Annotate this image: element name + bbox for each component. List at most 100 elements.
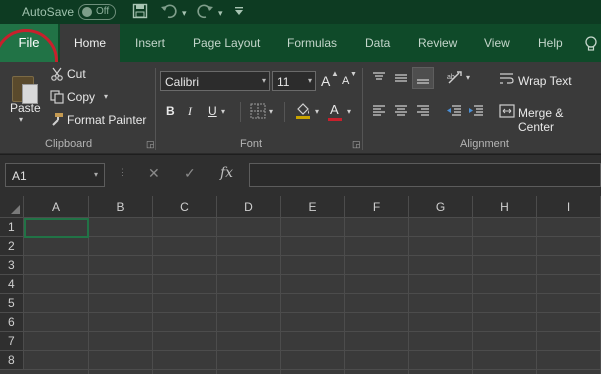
chevron-down-icon: ▾ — [307, 76, 312, 85]
drag-handle-icon[interactable]: ⋮ — [118, 167, 127, 178]
column-header-a[interactable]: A — [24, 196, 89, 218]
align-top-icon[interactable] — [371, 71, 387, 88]
title-bar: AutoSave Off ▾ ▾ — [0, 0, 601, 24]
paste-dropdown-icon[interactable]: ▾ — [19, 115, 23, 124]
column-header-g[interactable]: G — [409, 196, 473, 218]
decrease-font-button[interactable]: A — [342, 75, 349, 87]
row-header-6[interactable]: 6 — [0, 313, 24, 332]
grid-row — [24, 218, 601, 237]
italic-button[interactable]: I — [188, 104, 192, 119]
tab-insert[interactable]: Insert — [131, 24, 169, 62]
toggle-state: Off — [96, 6, 110, 17]
tab-view[interactable]: View — [480, 24, 514, 62]
tab-file[interactable]: File — [0, 24, 58, 62]
align-bottom-icon[interactable] — [412, 67, 434, 89]
ribbon-home: Paste ▾ Cut Copy ▾ Format Painter Clipbo… — [0, 62, 601, 154]
copy-button[interactable]: Copy — [67, 90, 95, 104]
increase-indent-icon[interactable] — [468, 104, 484, 121]
enter-icon[interactable]: ✓ — [184, 165, 196, 182]
align-center-icon[interactable] — [393, 104, 409, 121]
font-name-select[interactable]: Calibri ▾ — [160, 71, 270, 91]
grid-line — [408, 218, 409, 374]
tab-review[interactable]: Review — [414, 24, 461, 62]
tab-help[interactable]: Help — [534, 24, 567, 62]
row-header-4[interactable]: 4 — [0, 275, 24, 294]
column-header-d[interactable]: D — [217, 196, 281, 218]
font-group-label: Font — [240, 138, 263, 150]
chevron-down-icon: ▾ — [93, 170, 98, 179]
increase-font-button[interactable]: A — [321, 73, 330, 89]
grid-row — [24, 256, 601, 275]
cut-button[interactable]: Cut — [67, 67, 86, 81]
grid-line — [88, 218, 89, 374]
align-right-icon[interactable] — [415, 104, 431, 121]
redo-icon[interactable] — [196, 3, 214, 22]
bold-button[interactable]: B — [166, 104, 175, 118]
tab-page-layout[interactable]: Page Layout — [189, 24, 264, 62]
row-header-8[interactable]: 8 — [0, 351, 24, 370]
autosave-toggle[interactable]: Off — [78, 4, 116, 20]
row-header-5[interactable]: 5 — [0, 294, 24, 313]
cut-icon — [50, 67, 64, 84]
grid-line — [536, 218, 537, 374]
align-middle-icon[interactable] — [393, 71, 409, 88]
select-all-button[interactable] — [0, 196, 24, 218]
row-header-2[interactable]: 2 — [0, 237, 24, 256]
clipboard-group-label: Clipboard — [45, 138, 93, 150]
wrap-text-button[interactable]: Wrap Text — [518, 74, 572, 88]
copy-dropdown-icon[interactable]: ▾ — [104, 92, 108, 101]
font-color-swatch — [328, 118, 342, 121]
customize-icon[interactable] — [234, 6, 244, 19]
tab-formulas[interactable]: Formulas — [283, 24, 341, 62]
underline-dropdown-icon[interactable]: ▾ — [221, 107, 225, 116]
column-header-h[interactable]: H — [473, 196, 537, 218]
column-header-b[interactable]: B — [89, 196, 153, 218]
fill-color-icon[interactable] — [294, 101, 312, 122]
grid-line — [152, 218, 153, 374]
ribbon-tabs: File Home Insert Page Layout Formulas Da… — [0, 24, 601, 93]
column-header-f[interactable]: F — [345, 196, 409, 218]
row-header-1[interactable]: 1 — [0, 218, 24, 237]
tab-home[interactable]: Home — [60, 24, 120, 62]
cancel-icon[interactable]: ✕ — [148, 165, 160, 182]
font-launcher-icon[interactable]: ◲ — [352, 139, 361, 150]
autosave-label: AutoSave — [22, 5, 75, 19]
redo-dropdown-icon[interactable]: ▾ — [218, 8, 223, 19]
name-box[interactable]: A1 ▾ — [5, 163, 105, 187]
column-header-c[interactable]: C — [153, 196, 217, 218]
decrease-indent-icon[interactable] — [446, 104, 462, 121]
save-icon[interactable] — [132, 3, 148, 22]
font-color-dropdown-icon[interactable]: ▾ — [347, 107, 351, 116]
formula-input[interactable] — [249, 163, 601, 187]
paste-button[interactable]: Paste — [10, 101, 41, 115]
font-size-select[interactable]: 11 ▾ — [272, 71, 316, 91]
tab-data[interactable]: Data — [361, 24, 394, 62]
borders-dropdown-icon[interactable]: ▾ — [269, 107, 273, 116]
column-header-e[interactable]: E — [281, 196, 345, 218]
clipboard-launcher-icon[interactable]: ◲ — [146, 139, 155, 150]
align-left-icon[interactable] — [371, 104, 387, 121]
underline-button[interactable]: U — [208, 104, 217, 118]
worksheet-grid[interactable]: A B C D E F G H I 1 2 3 4 5 6 7 8 — [0, 196, 601, 374]
lightbulb-icon[interactable] — [580, 24, 601, 62]
orientation-dropdown-icon[interactable]: ▾ — [466, 73, 470, 82]
column-header-i[interactable]: I — [537, 196, 601, 218]
chevron-down-icon: ▾ — [261, 76, 266, 85]
active-cell-a1[interactable] — [24, 218, 89, 238]
orientation-icon[interactable]: ab — [446, 70, 464, 89]
formula-bar: A1 ▾ ⋮ ✕ ✓ fx — [0, 155, 601, 196]
copy-icon — [50, 90, 64, 107]
undo-dropdown-icon[interactable]: ▾ — [182, 8, 187, 19]
insert-function-icon[interactable]: fx — [220, 165, 233, 181]
font-color-button[interactable]: A — [330, 102, 339, 117]
fill-color-dropdown-icon[interactable]: ▾ — [315, 107, 319, 116]
undo-icon[interactable] — [160, 3, 178, 22]
grid-row — [24, 275, 601, 294]
merge-center-button[interactable]: Merge & Center — [518, 106, 601, 134]
paste-icon[interactable] — [10, 72, 38, 104]
grid-row — [24, 351, 601, 370]
borders-icon[interactable] — [250, 103, 266, 122]
row-header-7[interactable]: 7 — [0, 332, 24, 351]
row-header-3[interactable]: 3 — [0, 256, 24, 275]
format-painter-button[interactable]: Format Painter — [67, 113, 146, 127]
